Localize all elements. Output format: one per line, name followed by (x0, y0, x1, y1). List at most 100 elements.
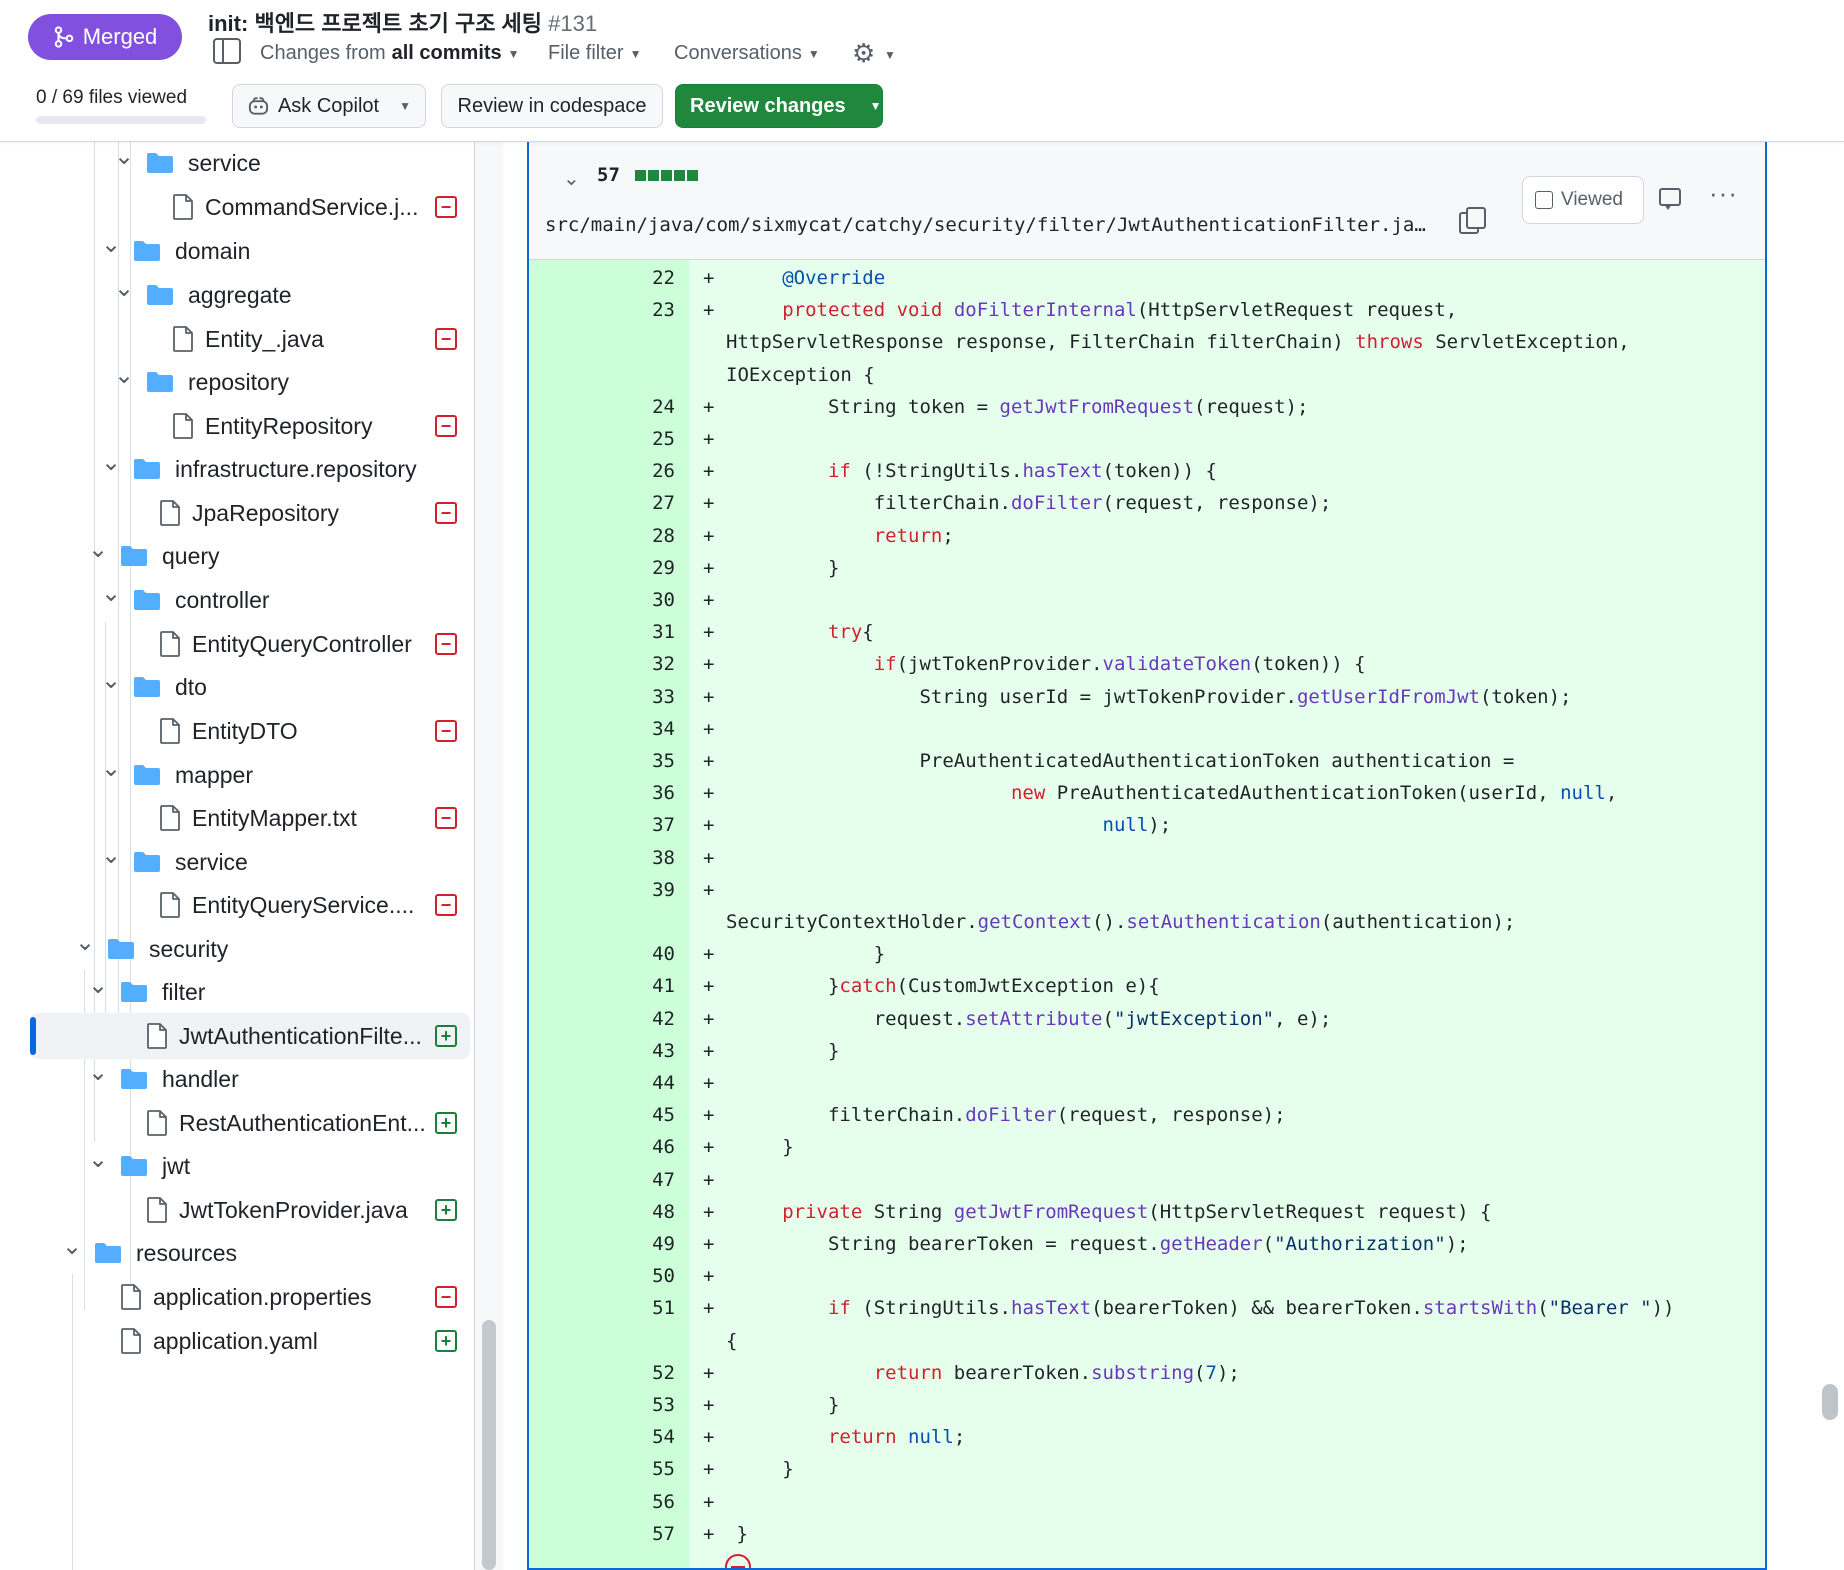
line-number[interactable]: 48 (529, 1196, 675, 1228)
line-number[interactable]: 38 (529, 842, 675, 874)
line-number[interactable]: 51 (529, 1292, 675, 1324)
tree-item-label: JwtAuthenticationFilte... (179, 1022, 422, 1049)
ask-copilot-button[interactable]: Ask Copilot ▼ (232, 84, 426, 128)
line-number[interactable]: 33 (529, 681, 675, 713)
tree-folder-item[interactable]: ⌄ aggregate (0, 272, 474, 318)
chevron-down-icon[interactable]: ⌄ (62, 1232, 82, 1261)
line-number[interactable]: 44 (529, 1067, 675, 1099)
chevron-down-icon[interactable]: ⌄ (114, 142, 134, 171)
tree-folder-item[interactable]: ⌄ handler (0, 1056, 474, 1102)
review-changes-button[interactable]: Review changes ▼ (675, 84, 883, 128)
tree-folder-item[interactable]: ⌄ mapper (0, 752, 474, 798)
line-number[interactable]: 45 (529, 1099, 675, 1131)
line-number[interactable]: 28 (529, 520, 675, 552)
tree-folder-item[interactable]: ⌄ controller (0, 577, 474, 623)
tree-file-item[interactable]: EntityQueryController − (0, 621, 474, 667)
changes-from-dropdown[interactable]: Changes from all commits ▼ (260, 42, 520, 65)
tree-file-item[interactable]: EntityDTO − (0, 708, 474, 754)
tree-folder-item[interactable]: ⌄ dto (0, 664, 474, 710)
chevron-down-icon[interactable]: ⌄ (101, 666, 121, 695)
chevron-down-icon[interactable]: ⌄ (88, 535, 108, 564)
line-number[interactable]: 26 (529, 455, 675, 487)
chevron-down-icon[interactable]: ⌄ (101, 754, 121, 783)
chevron-down-icon[interactable]: ⌄ (101, 230, 121, 259)
line-number[interactable]: 41 (529, 970, 675, 1002)
tree-folder-item[interactable]: ⌄ security (0, 926, 474, 972)
tree-folder-item[interactable]: ⌄ jwt (0, 1143, 474, 1189)
tree-folder-item[interactable]: ⌄ service (0, 839, 474, 885)
tree-file-item[interactable]: JwtAuthenticationFilte... + (30, 1013, 470, 1059)
line-number[interactable]: 49 (529, 1228, 675, 1260)
line-number[interactable]: 57 (529, 1518, 675, 1550)
copy-icon[interactable] (1459, 207, 1486, 234)
tree-file-item[interactable]: EntityMapper.txt − (0, 795, 474, 841)
chevron-down-icon[interactable]: ⌄ (88, 1058, 108, 1087)
tree-folder-item[interactable]: ⌄ repository (0, 359, 474, 405)
chevron-down-icon[interactable]: ⌄ (101, 448, 121, 477)
line-number[interactable]: 29 (529, 552, 675, 584)
line-number[interactable]: 32 (529, 648, 675, 680)
line-number[interactable]: 30 (529, 584, 675, 616)
minus-circle-icon[interactable] (725, 1554, 751, 1568)
tree-file-item[interactable]: application.yaml + (0, 1318, 474, 1364)
added-line-marker: + (703, 1039, 715, 1062)
tree-folder-item[interactable]: ⌄ infrastructure.repository (0, 446, 474, 492)
chevron-down-icon[interactable]: ▼ (884, 48, 896, 62)
tree-folder-item[interactable]: ⌄ query (0, 533, 474, 579)
line-number[interactable]: 35 (529, 745, 675, 777)
chevron-down-icon[interactable]: ⌄ (88, 971, 108, 1000)
conversations-dropdown[interactable]: Conversations ▼ (674, 42, 820, 65)
line-number[interactable]: 25 (529, 423, 675, 455)
tree-file-item[interactable]: RestAuthenticationEnt... + (0, 1100, 474, 1146)
chevron-down-icon[interactable]: ⌄ (101, 841, 121, 870)
tree-file-item[interactable]: JpaRepository − (0, 490, 474, 536)
tree-folder-item[interactable]: ⌄ service (0, 142, 474, 186)
line-number[interactable]: 53 (529, 1389, 675, 1421)
chevron-down-icon[interactable]: ⌄ (75, 928, 95, 957)
line-number[interactable]: 31 (529, 616, 675, 648)
line-number[interactable]: 46 (529, 1131, 675, 1163)
chevron-down-icon[interactable]: ⌄ (114, 361, 134, 390)
line-number[interactable]: 42 (529, 1003, 675, 1035)
line-number[interactable]: 39 (529, 874, 675, 906)
line-number[interactable]: 23 (529, 294, 675, 326)
tree-file-item[interactable]: application.properties − (0, 1274, 474, 1320)
file-icon (121, 1284, 141, 1310)
file-filter-dropdown[interactable]: File filter ▼ (548, 42, 641, 65)
line-number[interactable]: 47 (529, 1164, 675, 1196)
tree-folder-item[interactable]: ⌄ domain (0, 228, 474, 274)
line-number[interactable]: 34 (529, 713, 675, 745)
line-number[interactable]: 43 (529, 1035, 675, 1067)
viewed-checkbox-button[interactable]: Viewed (1522, 176, 1644, 224)
chevron-down-icon[interactable]: ⌄ (114, 274, 134, 303)
line-number[interactable]: 36 (529, 777, 675, 809)
line-number[interactable]: 22 (529, 262, 675, 294)
tree-file-item[interactable]: JwtTokenProvider.java + (0, 1187, 474, 1233)
line-number[interactable]: 27 (529, 487, 675, 519)
review-in-codespace-button[interactable]: Review in codespace (441, 84, 663, 128)
line-number[interactable]: 37 (529, 809, 675, 841)
line-number[interactable]: 54 (529, 1421, 675, 1453)
file-tree-scrollbar[interactable] (482, 1320, 496, 1570)
line-number[interactable]: 56 (529, 1486, 675, 1518)
tree-file-item[interactable]: EntityQueryService.... − (0, 882, 474, 928)
line-number[interactable]: 50 (529, 1260, 675, 1292)
tree-folder-item[interactable]: ⌄ filter (0, 969, 474, 1015)
tree-folder-item[interactable]: ⌄ resources (0, 1230, 474, 1276)
chevron-down-icon[interactable]: ⌄ (101, 579, 121, 608)
diff-file-path[interactable]: src/main/java/com/sixmycat/catchy/securi… (545, 214, 1426, 236)
sidebar-toggle-icon[interactable] (213, 38, 241, 64)
tree-file-item[interactable]: EntityRepository − (0, 403, 474, 449)
line-number[interactable]: 40 (529, 938, 675, 970)
tree-file-item[interactable]: Entity_.java − (0, 316, 474, 362)
line-number[interactable]: 52 (529, 1357, 675, 1389)
more-options-icon[interactable]: ··· (1709, 178, 1738, 209)
chevron-down-icon[interactable]: ⌄ (88, 1145, 108, 1174)
gear-icon[interactable]: ⚙ (852, 38, 875, 69)
comment-icon[interactable] (1659, 188, 1681, 210)
tree-file-item[interactable]: CommandService.j... − (0, 184, 474, 230)
page-scrollbar[interactable] (1822, 1384, 1838, 1420)
collapse-chevron-icon[interactable]: ⌄ (563, 166, 580, 191)
line-number[interactable]: 55 (529, 1453, 675, 1485)
line-number[interactable]: 24 (529, 391, 675, 423)
